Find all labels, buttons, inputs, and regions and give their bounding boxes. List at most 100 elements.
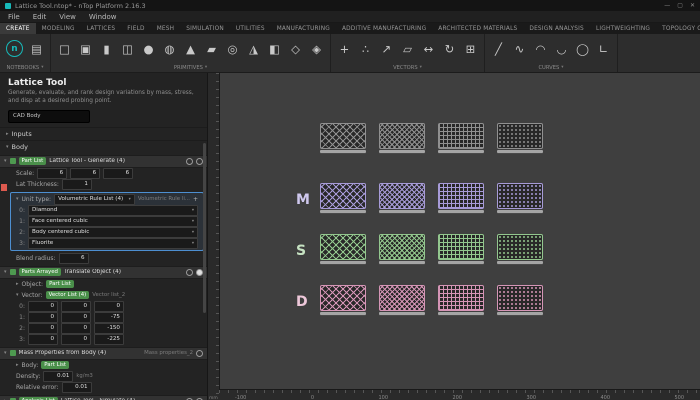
- body-reference-pill[interactable]: Part List: [41, 361, 69, 369]
- display-toggle[interactable]: [196, 269, 203, 276]
- minimize-button[interactable]: —: [664, 2, 670, 9]
- analysis-list-block-header[interactable]: ▸ Analysis List Lattice Tool - Simulate …: [0, 395, 207, 400]
- unit-cell-dropdown[interactable]: Diamond ▾: [28, 205, 198, 216]
- ribbon-tab[interactable]: ADDITIVE MANUFACTURING: [336, 23, 432, 34]
- lattice-part[interactable]: [320, 183, 366, 213]
- move-icon[interactable]: +: [334, 38, 355, 59]
- group-label-curves[interactable]: CURVES ▾: [488, 63, 614, 72]
- vector-x-input[interactable]: 0: [28, 323, 58, 334]
- vector-z-input[interactable]: 0: [94, 301, 124, 312]
- lattice-part[interactable]: [320, 234, 366, 264]
- vector-y-input[interactable]: 0: [61, 312, 91, 323]
- lattice-part[interactable]: [379, 234, 425, 264]
- box-icon[interactable]: □: [54, 38, 75, 59]
- vector-x-input[interactable]: 0: [28, 301, 58, 312]
- hex-prism-icon[interactable]: ◇: [285, 38, 306, 59]
- cone-icon[interactable]: ▲: [180, 38, 201, 59]
- viewport[interactable]: mm MSD -1000100200300400500: [208, 73, 700, 400]
- group-label-vectors[interactable]: VECTORS ▾: [334, 63, 481, 72]
- rotate-icon[interactable]: ↻: [439, 38, 460, 59]
- frame-icon[interactable]: ⊞: [460, 38, 481, 59]
- block-icon[interactable]: ▣: [75, 38, 96, 59]
- visibility-toggle[interactable]: [186, 269, 193, 276]
- circle-icon[interactable]: ◯: [572, 38, 593, 59]
- pyramid-icon[interactable]: ◮: [243, 38, 264, 59]
- ribbon-tab[interactable]: SIMULATION: [180, 23, 230, 34]
- ellipsoid-icon[interactable]: ◍: [159, 38, 180, 59]
- group-label-notebooks[interactable]: NOTEBOOKS ▾: [3, 63, 47, 72]
- lattice-part[interactable]: [497, 234, 543, 264]
- lattice-part[interactable]: [379, 285, 425, 315]
- lattice-part[interactable]: [320, 285, 366, 315]
- mass-properties-block-header[interactable]: ▾ Mass Properties from Body (4) Mass pro…: [0, 347, 207, 360]
- density-input[interactable]: 0.01: [43, 371, 73, 382]
- polyhedron-icon[interactable]: ◈: [306, 38, 327, 59]
- ribbon-tab[interactable]: MESH: [151, 23, 181, 34]
- menu-item[interactable]: Window: [89, 13, 117, 21]
- notebook-list-icon[interactable]: ▤: [26, 38, 47, 59]
- menu-item[interactable]: View: [59, 13, 76, 21]
- ntop-logo-icon[interactable]: n: [6, 40, 23, 57]
- ribbon-tab[interactable]: CREATE: [0, 23, 36, 34]
- relative-error-input[interactable]: 0.01: [62, 382, 92, 393]
- polyline-icon[interactable]: ∟: [593, 38, 614, 59]
- vector-z-input[interactable]: -225: [94, 334, 124, 345]
- sphere-icon[interactable]: ●: [138, 38, 159, 59]
- prism-icon[interactable]: ◧: [264, 38, 285, 59]
- vector-z-input[interactable]: -150: [94, 323, 124, 334]
- lattice-part[interactable]: [438, 123, 484, 153]
- menu-item[interactable]: Edit: [33, 13, 47, 21]
- curve-icon[interactable]: ◡: [551, 38, 572, 59]
- spline-icon[interactable]: ∿: [509, 38, 530, 59]
- ribbon-tab[interactable]: FIELD: [121, 23, 150, 34]
- unit-cell-dropdown[interactable]: Fluorite ▾: [28, 238, 198, 249]
- vector-z-input[interactable]: -75: [94, 312, 124, 323]
- body-section-header[interactable]: ▾ Body: [0, 140, 207, 153]
- vector-x-input[interactable]: 0: [28, 334, 58, 345]
- vector-reference-pill[interactable]: Vector List (4): [46, 291, 90, 299]
- arc-icon[interactable]: ◠: [530, 38, 551, 59]
- lattice-part[interactable]: [497, 285, 543, 315]
- scale-y-input[interactable]: 6: [70, 168, 100, 179]
- line-icon[interactable]: ╱: [488, 38, 509, 59]
- lattice-part[interactable]: [379, 123, 425, 153]
- point-cloud-icon[interactable]: ∴: [355, 38, 376, 59]
- ribbon-tab[interactable]: LIGHTWEIGHTING: [590, 23, 656, 34]
- scale-z-input[interactable]: 6: [103, 168, 133, 179]
- cylinder-icon[interactable]: ▮: [96, 38, 117, 59]
- lattice-part[interactable]: [379, 183, 425, 213]
- lattice-part[interactable]: [438, 183, 484, 213]
- lattice-part[interactable]: [320, 123, 366, 153]
- capsule-icon[interactable]: ▰: [201, 38, 222, 59]
- mirror-icon[interactable]: ↔: [418, 38, 439, 59]
- unit-cell-dropdown[interactable]: Face centered cubic ▾: [28, 216, 198, 227]
- cad-body-chip[interactable]: CAD Body: [8, 110, 90, 123]
- vector-y-input[interactable]: 0: [61, 334, 91, 345]
- ribbon-tab[interactable]: LATTICES: [81, 23, 122, 34]
- add-item-button[interactable]: +: [193, 196, 198, 203]
- plane-icon[interactable]: ▱: [397, 38, 418, 59]
- lattice-part[interactable]: [497, 123, 543, 153]
- panel-scrollbar[interactable]: [203, 143, 206, 313]
- maximize-button[interactable]: ▢: [677, 2, 683, 9]
- vector-icon[interactable]: ↗: [376, 38, 397, 59]
- torus-icon[interactable]: ◎: [222, 38, 243, 59]
- lattice-part[interactable]: [438, 285, 484, 315]
- inputs-section-header[interactable]: ▸ Inputs: [0, 127, 207, 140]
- tube-icon[interactable]: ◫: [117, 38, 138, 59]
- parts-arrayed-block-header[interactable]: ▾ Parts Arrayed Translate Object (4): [0, 266, 207, 279]
- ribbon-tab[interactable]: MODELING: [36, 23, 81, 34]
- ribbon-tab[interactable]: UTILITIES: [230, 23, 271, 34]
- vector-x-input[interactable]: 0: [28, 312, 58, 323]
- close-button[interactable]: ✕: [690, 2, 695, 9]
- part-list-block-header[interactable]: ▾ Part List Lattice Tool - Generate (4): [0, 155, 207, 168]
- ribbon-tab[interactable]: DESIGN ANALYSIS: [523, 23, 590, 34]
- lattice-part[interactable]: [438, 234, 484, 264]
- scale-x-input[interactable]: 6: [37, 168, 67, 179]
- vector-y-input[interactable]: 0: [61, 323, 91, 334]
- visibility-toggle[interactable]: [186, 158, 193, 165]
- object-reference-pill[interactable]: Part List: [46, 280, 74, 288]
- lat-thickness-input[interactable]: 1: [62, 179, 92, 190]
- display-toggle[interactable]: [196, 158, 203, 165]
- lattice-part[interactable]: [497, 183, 543, 213]
